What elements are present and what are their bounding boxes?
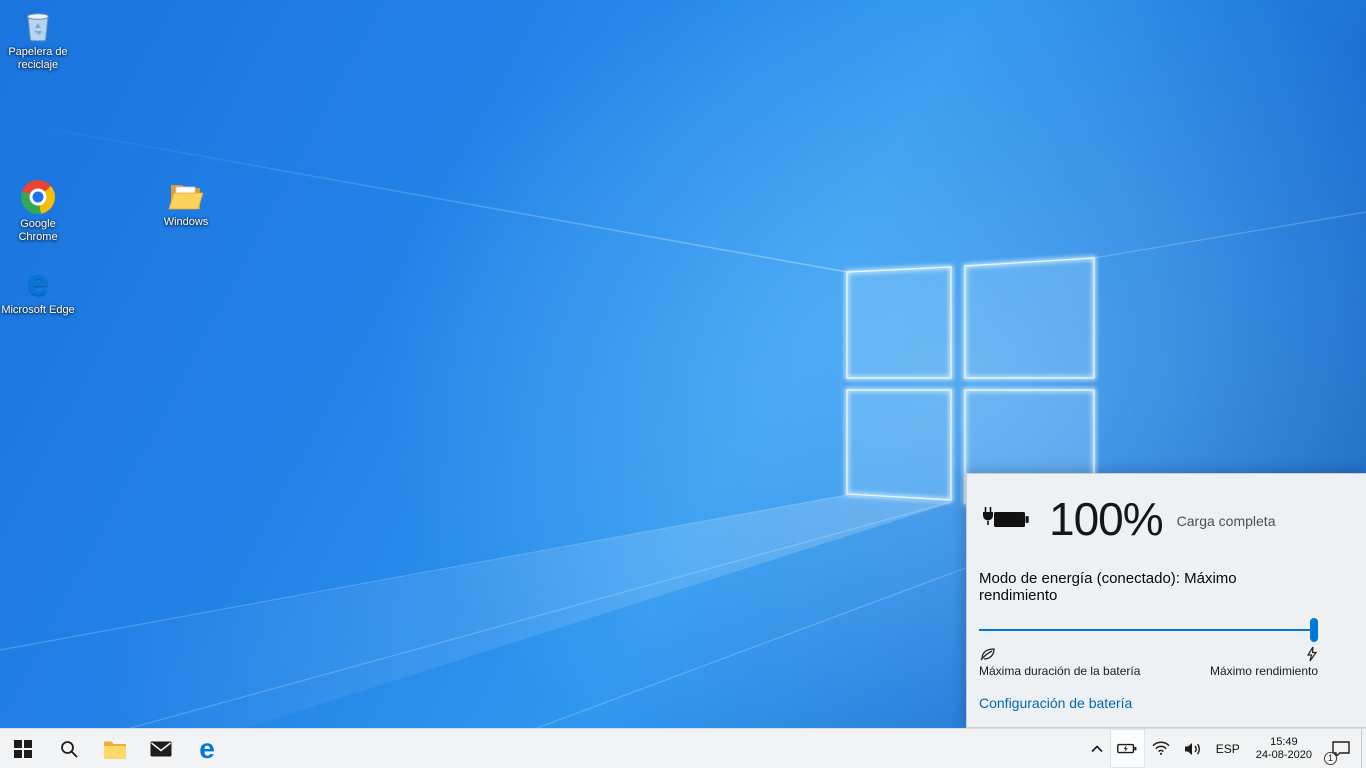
- slider-labels-row: Máxima duración de la batería Máximo ren…: [979, 646, 1318, 678]
- speaker-icon: [1184, 742, 1200, 755]
- battery-percent: 100%: [1049, 493, 1164, 545]
- system-tray: ESP 15:49 24-08-2020 1: [1084, 729, 1366, 768]
- slider-thumb[interactable]: [1310, 618, 1318, 642]
- tray-chevron-button[interactable]: [1084, 729, 1110, 768]
- start-button[interactable]: [0, 729, 46, 768]
- language-indicator[interactable]: ESP: [1209, 729, 1247, 768]
- battery-status-row: 100% Carga completa: [979, 490, 1318, 548]
- battery-flyout: 100% Carga completa Modo de energía (con…: [966, 473, 1366, 728]
- desktop-icon-microsoft-edge[interactable]: e Microsoft Edge: [0, 262, 76, 317]
- folder-icon: [104, 741, 126, 758]
- windows-logo-icon: [14, 739, 32, 758]
- file-explorer-button[interactable]: [92, 729, 138, 768]
- power-mode-slider[interactable]: [979, 618, 1318, 642]
- slider-track[interactable]: [979, 629, 1318, 631]
- mail-icon: [150, 741, 172, 756]
- taskbar-left: e: [0, 729, 230, 768]
- battery-settings-link[interactable]: Configuración de batería: [979, 695, 1132, 711]
- edge-button[interactable]: e: [184, 729, 230, 768]
- battery-tray-icon: [1116, 743, 1137, 754]
- clock-time: 15:49: [1270, 735, 1298, 748]
- recycle-bin-icon: [27, 13, 49, 42]
- search-icon: [61, 740, 78, 758]
- desktop-icon-label: Google Chrome: [18, 218, 58, 243]
- wifi-icon: [1152, 741, 1170, 755]
- desktop-icon-label: Papelera de reciclaje: [8, 46, 68, 71]
- performance-side: Máximo rendimiento: [1210, 646, 1318, 678]
- chrome-icon: [21, 180, 55, 214]
- desktop-icon-label: Windows: [163, 216, 209, 228]
- show-desktop-strip[interactable]: [1361, 729, 1366, 768]
- battery-saver-side: Máxima duración de la batería: [979, 646, 1140, 678]
- slider-left-label: Máxima duración de la batería: [979, 664, 1141, 678]
- taskbar: e ESP 15:49 24-08-2020 1: [0, 728, 1366, 768]
- search-button[interactable]: [46, 729, 92, 768]
- tray-volume-button[interactable]: [1177, 729, 1209, 768]
- slider-right-label: Máximo rendimiento: [1209, 664, 1318, 678]
- desktop-icon-windows-folder[interactable]: Windows: [148, 180, 224, 229]
- desktop-icon-google-chrome[interactable]: Google Chrome: [0, 180, 76, 244]
- folder-icon: [168, 185, 204, 210]
- language-label: ESP: [1215, 741, 1240, 756]
- desktop-icon-label: Microsoft Edge: [1, 304, 75, 316]
- clock-date: 24-08-2020: [1255, 748, 1312, 761]
- taskbar-clock[interactable]: 15:49 24-08-2020: [1247, 729, 1321, 768]
- edge-icon: e: [27, 262, 49, 303]
- notification-badge: 1: [1324, 752, 1337, 765]
- chevron-up-icon: [1091, 744, 1103, 752]
- battery-plugged-icon: [983, 507, 1029, 527]
- edge-icon: e: [199, 732, 215, 764]
- mail-button[interactable]: [138, 729, 184, 768]
- action-center-button[interactable]: 1: [1321, 729, 1361, 768]
- power-mode-label: Modo de energía (conectado): Máximo rend…: [979, 570, 1237, 604]
- battery-status-text: Carga completa: [1176, 513, 1276, 529]
- leaf-icon: [980, 648, 995, 661]
- lightning-icon: [1306, 646, 1318, 662]
- desktop-icon-recycle-bin[interactable]: Papelera de reciclaje: [0, 8, 76, 72]
- tray-network-button[interactable]: [1145, 729, 1177, 768]
- tray-battery-button[interactable]: [1109, 729, 1145, 768]
